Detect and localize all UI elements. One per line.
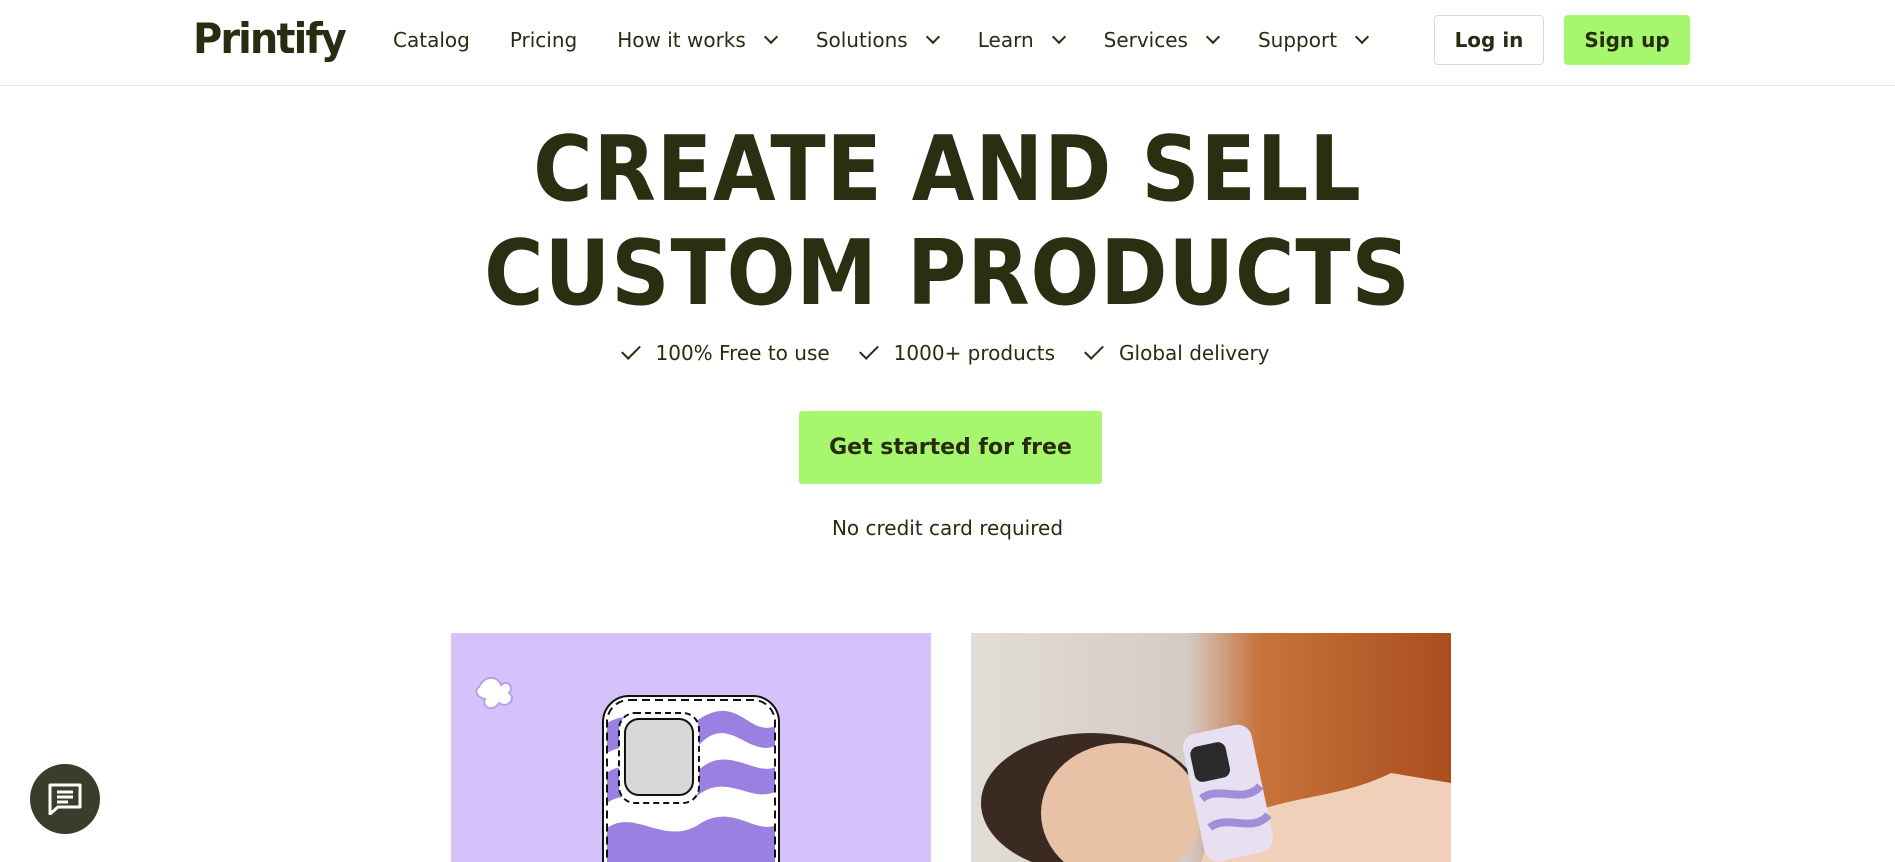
- chat-icon: [48, 783, 82, 815]
- check-icon: [620, 340, 641, 360]
- nav-how-it-works[interactable]: How it works: [617, 28, 778, 52]
- chevron-down-icon: [1051, 29, 1066, 45]
- nav-label: Learn: [977, 28, 1034, 52]
- nav-label: How it works: [617, 28, 746, 52]
- hero-title: CREATE AND SELL CUSTOM PRODUCTS: [95, 118, 1801, 326]
- hero-title-line-2: CUSTOM PRODUCTS: [484, 221, 1411, 326]
- printify-logo[interactable]: Printify: [193, 14, 347, 63]
- perk-label: Global delivery: [1119, 341, 1270, 365]
- chevron-down-icon: [925, 29, 940, 45]
- photo-illustration: [971, 633, 1451, 862]
- nav-pricing[interactable]: Pricing: [510, 28, 577, 52]
- chat-button[interactable]: [30, 764, 100, 834]
- perk-item: 1000+ products: [858, 340, 1056, 365]
- phone-case-mockup-image: [451, 633, 931, 862]
- nav-support[interactable]: Support: [1257, 28, 1370, 52]
- no-credit-card-note: No credit card required: [831, 516, 1064, 540]
- check-icon: [1084, 340, 1104, 360]
- perk-label: 1000+ products: [893, 341, 1056, 365]
- chevron-down-icon: [1205, 29, 1221, 45]
- nav-catalog[interactable]: Catalog: [393, 28, 470, 52]
- hero-title-line-1: CREATE AND SELL: [533, 117, 1362, 222]
- chevron-down-icon: [763, 29, 778, 45]
- perks-list: 100% Free to use 1000+ products Global d…: [0, 340, 1895, 365]
- chevron-down-icon: [1354, 29, 1370, 45]
- nav-label: Catalog: [393, 28, 470, 52]
- perk-item: Global delivery: [1084, 340, 1270, 365]
- perk-item: 100% Free to use: [620, 340, 830, 365]
- site-header: Printify Catalog Pricing How it works So…: [0, 0, 1895, 86]
- woman-with-phone-photo: [971, 633, 1451, 862]
- nav-solutions[interactable]: Solutions: [815, 28, 940, 52]
- perk-label: 100% Free to use: [655, 341, 830, 365]
- nav-label: Support: [1257, 28, 1338, 52]
- login-button[interactable]: Log in: [1434, 15, 1544, 65]
- main-nav: Catalog Pricing How it works Solutions L…: [393, 0, 1407, 80]
- check-icon: [858, 340, 879, 360]
- signup-button[interactable]: Sign up: [1564, 15, 1690, 65]
- nav-label: Solutions: [815, 28, 908, 52]
- phone-case-illustration: [451, 633, 931, 862]
- nav-learn[interactable]: Learn: [977, 28, 1066, 52]
- get-started-button[interactable]: Get started for free: [799, 411, 1102, 484]
- nav-label: Pricing: [509, 28, 578, 52]
- nav-label: Services: [1103, 28, 1188, 52]
- nav-services[interactable]: Services: [1103, 28, 1221, 52]
